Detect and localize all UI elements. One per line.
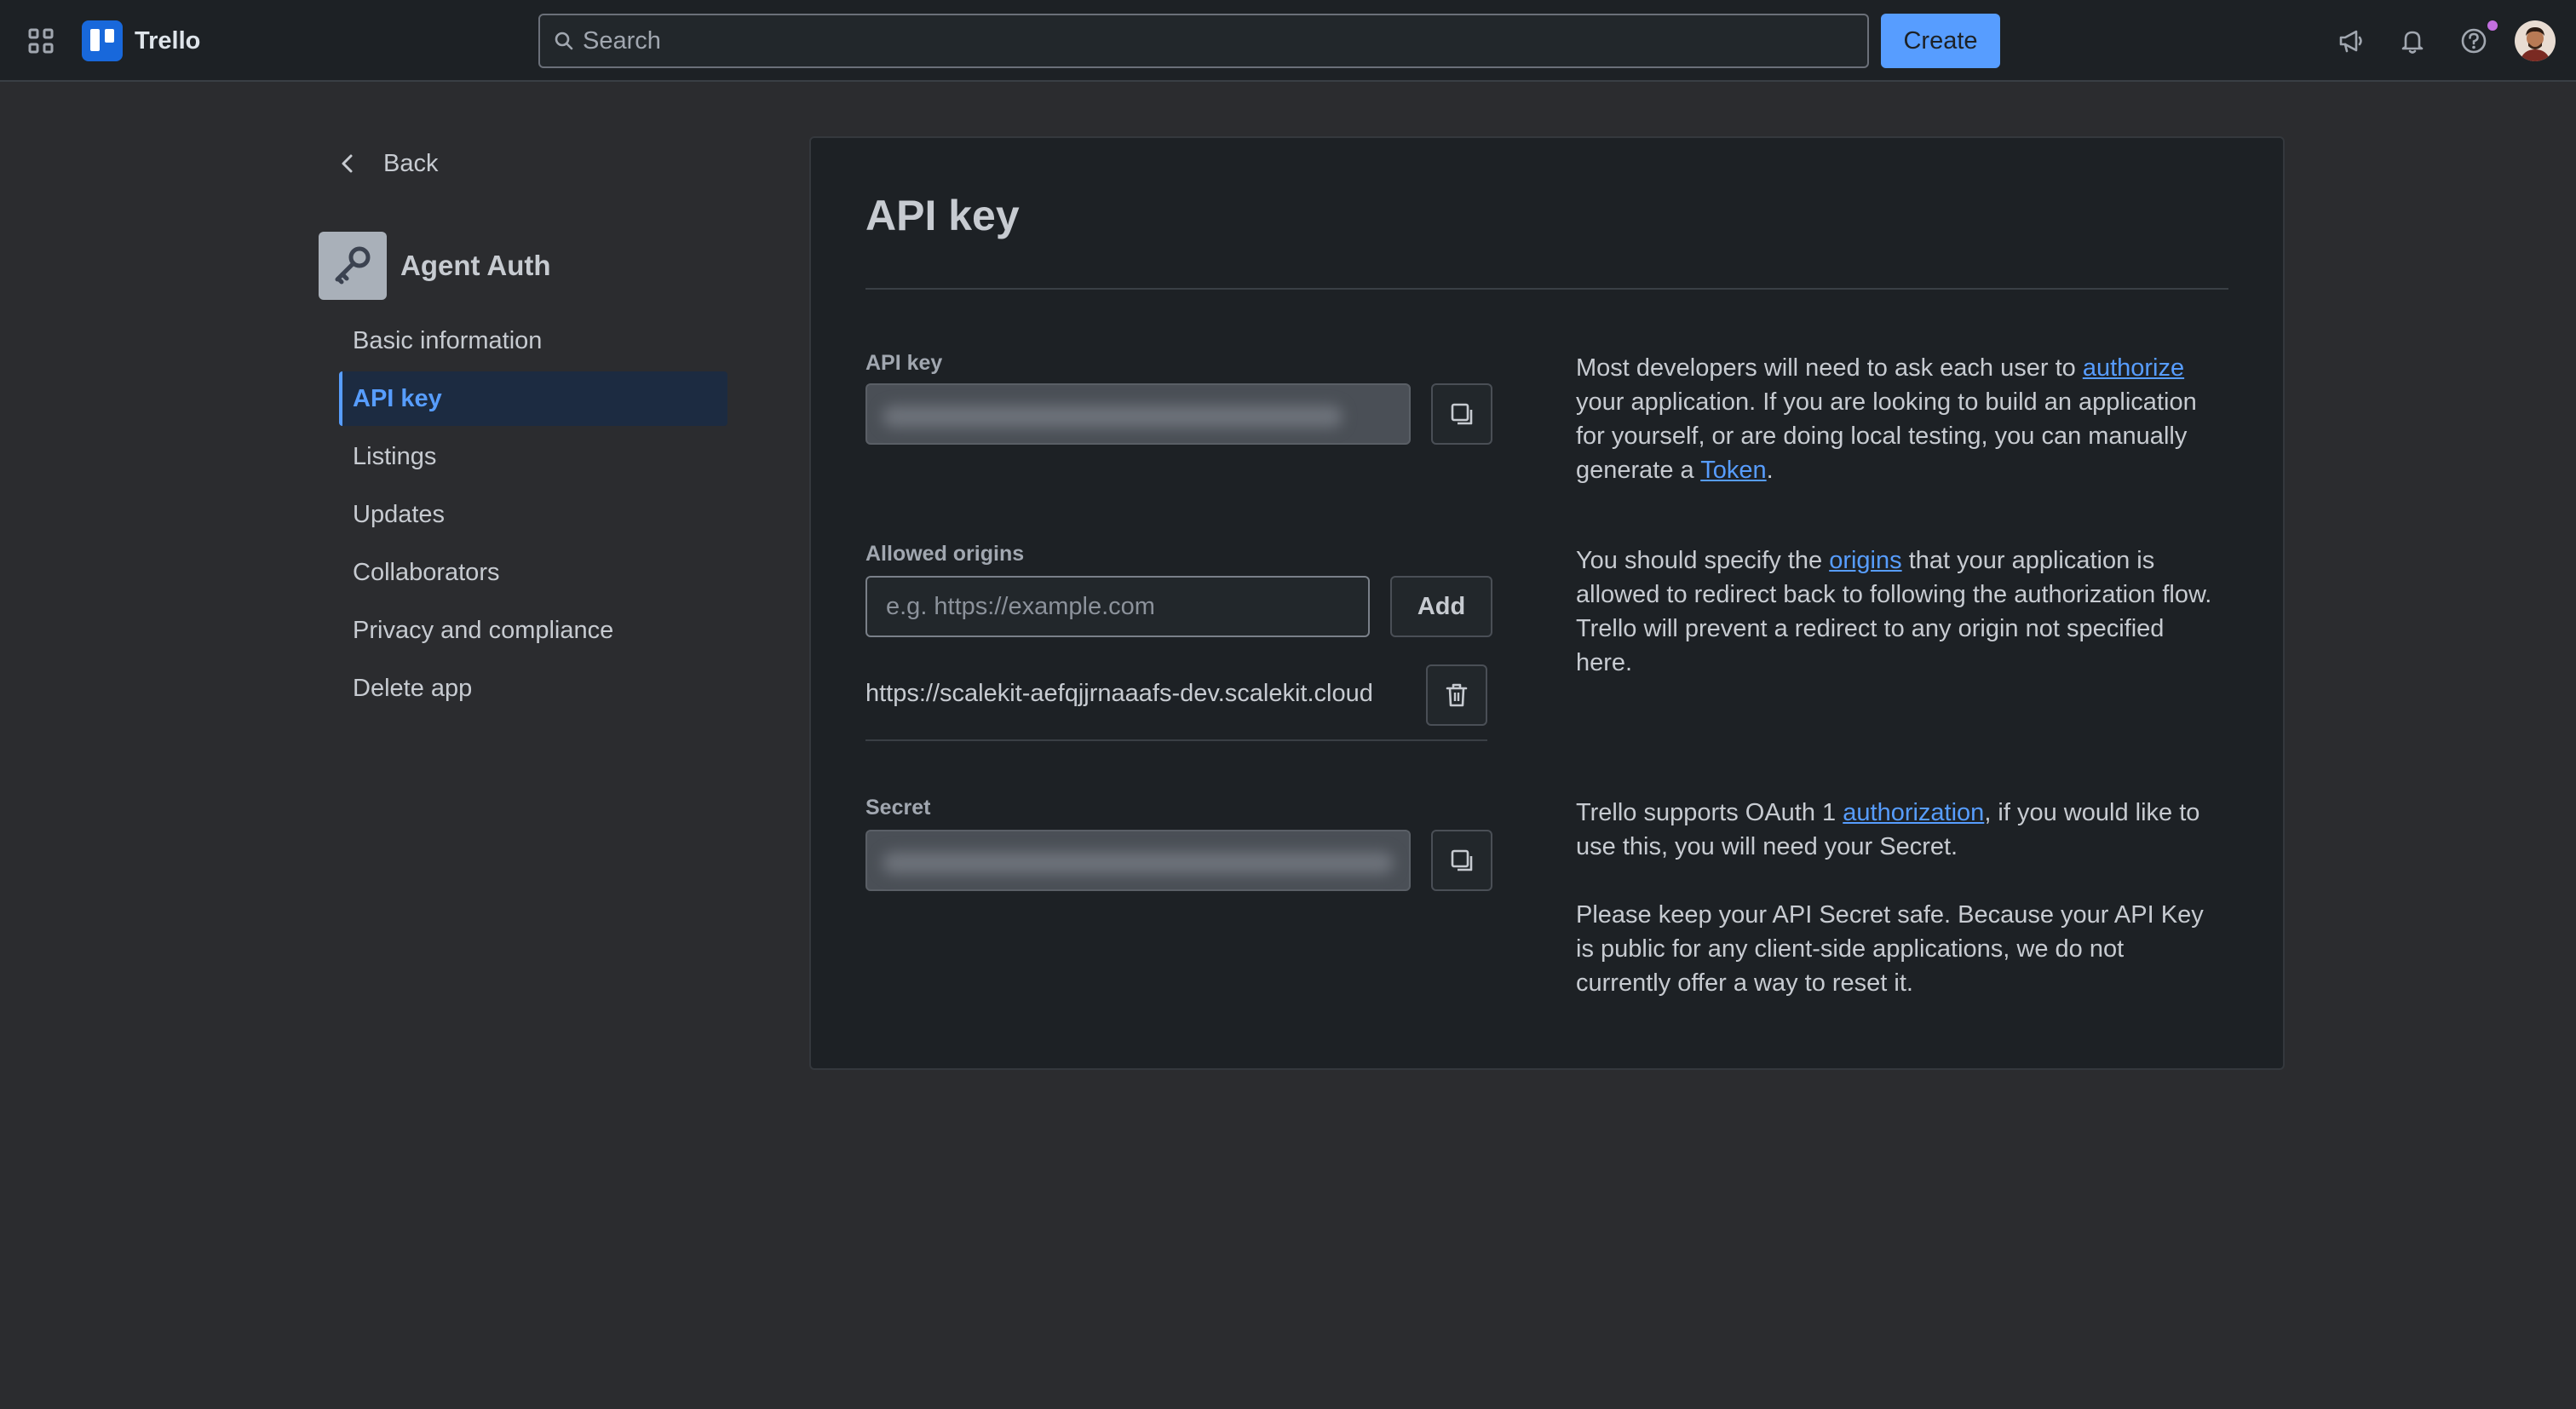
origin-url: https://scalekit-aefqjjrnaaafs-dev.scale… — [865, 680, 1373, 707]
apps-grid-icon[interactable] — [26, 26, 56, 56]
avatar[interactable] — [2515, 20, 2556, 61]
page-title: API key — [865, 192, 1020, 239]
sidebar-item-privacy-and-compliance[interactable]: Privacy and compliance — [339, 603, 727, 658]
sidebar-item-collaborators[interactable]: Collaborators — [339, 545, 727, 600]
trash-icon — [1446, 683, 1468, 707]
create-button[interactable]: Create — [1881, 14, 2000, 68]
copy-icon — [1451, 849, 1473, 871]
api-key-card: API key API key Most developers will nee… — [809, 136, 2285, 1070]
back-label: Back — [383, 149, 439, 177]
api-key-help-text: Most developers will need to ask each us… — [1576, 354, 2197, 484]
chevron-left-icon — [342, 154, 353, 173]
trello-logo-icon — [82, 20, 123, 61]
brand-name: Trello — [135, 26, 201, 55]
sidebar-item-updates[interactable]: Updates — [339, 487, 727, 542]
sidebar-item-api-key[interactable]: API key — [339, 371, 727, 426]
megaphone-icon[interactable] — [2334, 24, 2368, 58]
token-link[interactable]: Token — [1700, 457, 1766, 484]
secret-help-text: Trello supports OAuth 1 authorization, i… — [1576, 799, 2200, 860]
origins-divider — [865, 739, 1487, 741]
top-bar: Trello Create — [0, 0, 2576, 82]
origins-link[interactable]: origins — [1829, 547, 1901, 574]
search-icon — [555, 32, 573, 50]
trello-logo[interactable]: Trello — [82, 19, 200, 63]
copy-secret-button[interactable] — [1431, 830, 1492, 891]
app-name: Agent Auth — [400, 250, 551, 281]
authorization-link[interactable]: authorization — [1843, 799, 1984, 826]
title-divider — [865, 288, 2228, 290]
authorize-link[interactable]: authorize — [2083, 354, 2184, 382]
search-input[interactable] — [583, 15, 1867, 66]
origin-input[interactable] — [865, 576, 1370, 637]
secret-warning-text: Please keep your API Secret safe. Becaus… — [1576, 901, 2204, 997]
delete-origin-button[interactable] — [1426, 664, 1487, 726]
sidebar-nav: Basic information API key Listings Updat… — [339, 313, 727, 719]
key-icon — [319, 232, 387, 300]
add-origin-button[interactable]: Add — [1390, 576, 1492, 637]
secret-field[interactable] — [865, 830, 1411, 891]
sidebar-item-delete-app[interactable]: Delete app — [339, 661, 727, 716]
allowed-origins-label: Allowed origins — [865, 542, 1025, 566]
back-link[interactable]: Back — [334, 143, 438, 184]
app-header: Agent Auth — [319, 232, 551, 300]
sidebar-item-listings[interactable]: Listings — [339, 429, 727, 484]
api-key-label: API key — [865, 351, 943, 375]
notification-dot — [2486, 19, 2499, 32]
help-icon[interactable] — [2457, 24, 2491, 58]
origins-help-text: You should specify the origins that your… — [1576, 547, 2212, 676]
api-key-field[interactable] — [865, 383, 1411, 445]
search-bar[interactable] — [538, 14, 1869, 68]
bell-icon[interactable] — [2395, 24, 2429, 58]
copy-api-key-button[interactable] — [1431, 383, 1492, 445]
copy-icon — [1451, 403, 1473, 425]
sidebar-item-basic-information[interactable]: Basic information — [339, 313, 727, 368]
secret-label: Secret — [865, 796, 931, 820]
